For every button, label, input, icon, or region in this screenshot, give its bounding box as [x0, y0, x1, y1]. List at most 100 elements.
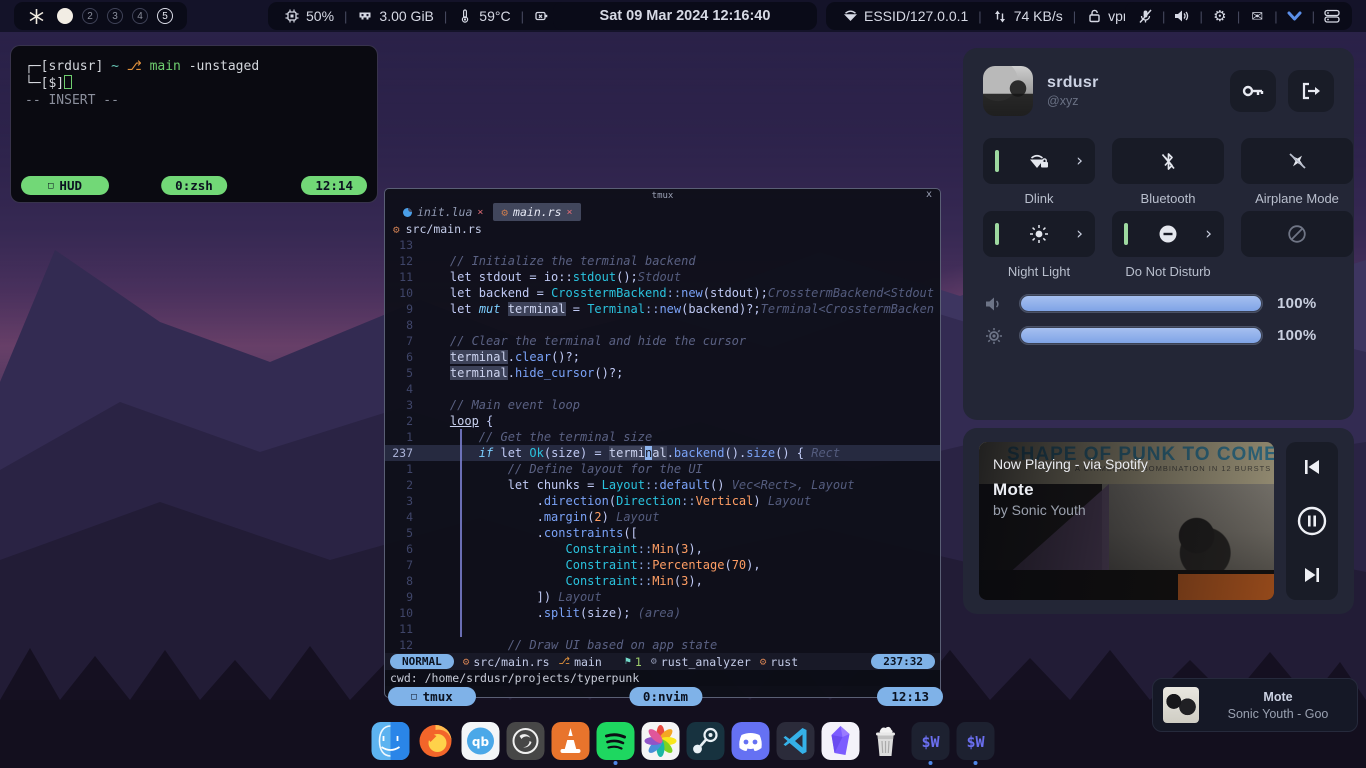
- code-line[interactable]: 8 Constraint::Min(3),: [385, 573, 940, 589]
- toggle-airplane-mode[interactable]: [1241, 138, 1353, 184]
- dollar-w-1-icon[interactable]: $W: [912, 722, 950, 760]
- workspace-2[interactable]: 2: [82, 8, 98, 24]
- steam-icon[interactable]: [687, 722, 725, 760]
- next-track-button[interactable]: [1302, 566, 1322, 584]
- tmux-window-pill[interactable]: 0:nvim: [629, 687, 702, 706]
- dock-item-spotify[interactable]: [596, 722, 636, 765]
- code-line[interactable]: 1 // Define layout for the UI: [385, 461, 940, 477]
- code-line[interactable]: 11 let stdout = io::stdout();Stdout: [385, 269, 940, 285]
- code-line[interactable]: 2 loop {: [385, 413, 940, 429]
- code-line[interactable]: 1 // Get the terminal size: [385, 429, 940, 445]
- vscode-icon[interactable]: [777, 722, 815, 760]
- spotify-icon[interactable]: [597, 722, 635, 760]
- toggle-do-not-disturb[interactable]: ›: [1112, 211, 1224, 257]
- code-line[interactable]: 7 // Clear the terminal and hide the cur…: [385, 333, 940, 349]
- obsidian-icon[interactable]: [822, 722, 860, 760]
- dock-item-finder[interactable]: [371, 722, 411, 765]
- dock-item-vlc[interactable]: [551, 722, 591, 765]
- discord-icon[interactable]: [732, 722, 770, 760]
- tab-main.rs[interactable]: ⚙main.rs×: [493, 203, 580, 221]
- window-titlebar[interactable]: tmux x: [385, 189, 940, 203]
- toggle-bluetooth[interactable]: [1112, 138, 1224, 184]
- music-notification[interactable]: Mote Sonic Youth - Goo: [1152, 678, 1358, 732]
- code-line[interactable]: 11: [385, 621, 940, 637]
- tray-stack-icon[interactable]: [1324, 8, 1340, 24]
- dock-item-obs[interactable]: [506, 722, 546, 765]
- tab-init.lua[interactable]: init.lua×: [395, 203, 491, 221]
- speaker-icon[interactable]: [1174, 8, 1190, 24]
- code-line[interactable]: 5 terminal.hide_cursor()?;: [385, 365, 940, 381]
- chevron-right-icon[interactable]: ›: [1076, 153, 1083, 170]
- tab-close-icon[interactable]: ×: [567, 207, 573, 218]
- code-area[interactable]: 1312 // Initialize the terminal backend1…: [385, 237, 940, 653]
- code-line[interactable]: 9 ]) Layout: [385, 589, 940, 605]
- previous-track-button[interactable]: [1302, 458, 1322, 476]
- trash-icon[interactable]: [867, 722, 905, 760]
- dock-item-firefox[interactable]: [416, 722, 456, 765]
- dock-item-qbittorrent[interactable]: qb: [461, 722, 501, 765]
- code-line[interactable]: 12 // Draw UI based on app state: [385, 637, 940, 653]
- mic-muted-icon[interactable]: [1137, 8, 1153, 24]
- wifi-stat[interactable]: ESSID/127.0.0.1: [842, 8, 968, 24]
- code-line[interactable]: 7 Constraint::Percentage(70),: [385, 557, 940, 573]
- obs-icon[interactable]: [507, 722, 545, 760]
- nix-snowflake-icon[interactable]: [28, 8, 45, 25]
- brightness-slider[interactable]: [1019, 326, 1263, 345]
- code-line[interactable]: 6 terminal.clear()?;: [385, 349, 940, 365]
- workspace-4[interactable]: 4: [132, 8, 148, 24]
- code-line[interactable]: 12 // Initialize the terminal backend: [385, 253, 940, 269]
- workspace-3[interactable]: 3: [107, 8, 123, 24]
- window-close-button[interactable]: x: [926, 189, 932, 200]
- code-line[interactable]: 237 if let Ok(size) = terminal.backend()…: [385, 445, 940, 461]
- dock-item-obsidian[interactable]: [821, 722, 861, 765]
- dock-item-steam[interactable]: [686, 722, 726, 765]
- dock-item-dollar-w-1[interactable]: $W: [911, 722, 951, 765]
- dock-item-dollar-w-2[interactable]: $W: [956, 722, 996, 765]
- dock-item-trash[interactable]: [866, 722, 906, 765]
- workspace-1[interactable]: [57, 8, 73, 24]
- gear-icon[interactable]: ⚙: [1212, 8, 1228, 24]
- chevron-right-icon[interactable]: ›: [1205, 226, 1212, 243]
- finder-icon[interactable]: [372, 722, 410, 760]
- dock-item-vscode[interactable]: [776, 722, 816, 765]
- code-line[interactable]: 10 let backend = CrosstermBackend::new(s…: [385, 285, 940, 301]
- vlc-icon[interactable]: [552, 722, 590, 760]
- dollar-w-2-icon[interactable]: $W: [957, 722, 995, 760]
- tmux-session-pill[interactable]: □HUD: [21, 176, 109, 195]
- code-line[interactable]: 2 let chunks = Layout::default() Vec<Rec…: [385, 477, 940, 493]
- code-line[interactable]: 4 .margin(2) Layout: [385, 509, 940, 525]
- qbittorrent-icon[interactable]: qb: [462, 722, 500, 760]
- code-line[interactable]: 3 .direction(Direction::Vertical) Layout: [385, 493, 940, 509]
- dock-item-photos[interactable]: [641, 722, 681, 765]
- photos-icon[interactable]: [642, 722, 680, 760]
- volume-slider[interactable]: [1019, 294, 1263, 313]
- code-line[interactable]: 13: [385, 237, 940, 253]
- tmux-session-pill[interactable]: □tmux: [388, 687, 476, 706]
- firefox-icon[interactable]: [417, 722, 455, 760]
- clock[interactable]: Sat 09 Mar 2024 12:16:40: [553, 2, 817, 30]
- tmux-window-pill[interactable]: 0:zsh: [161, 176, 227, 195]
- code-line[interactable]: 9 let mut terminal = Terminal::new(backe…: [385, 301, 940, 317]
- code-line[interactable]: 3 // Main event loop: [385, 397, 940, 413]
- toggle-night-light[interactable]: ›: [983, 211, 1095, 257]
- workspace-5[interactable]: 5: [157, 8, 173, 24]
- code-line[interactable]: 6 Constraint::Min(3),: [385, 541, 940, 557]
- toggle-circle-slash[interactable]: [1241, 211, 1353, 257]
- lock-keys-button[interactable]: [1230, 70, 1276, 112]
- chevron-down-icon[interactable]: [1287, 8, 1303, 24]
- code-line[interactable]: 5 .constraints([: [385, 525, 940, 541]
- toggle-dlink[interactable]: ›: [983, 138, 1095, 184]
- editor-window[interactable]: tmux x init.lua×⚙main.rs× ⚙ src/main.rs …: [384, 188, 941, 698]
- hud-terminal-window[interactable]: ┌─[srdusr] ~ ⎇ main -unstaged └─[$] -- I…: [10, 45, 378, 203]
- mail-icon[interactable]: ✉: [1249, 8, 1265, 24]
- code-line[interactable]: 4: [385, 381, 940, 397]
- logout-button[interactable]: [1288, 70, 1334, 112]
- chevron-right-icon[interactable]: ›: [1076, 226, 1083, 243]
- dock-item-discord[interactable]: [731, 722, 771, 765]
- code-line[interactable]: 8: [385, 317, 940, 333]
- vpn-stat[interactable]: vpn: [1086, 8, 1131, 24]
- code-line[interactable]: 10 .split(size); (area): [385, 605, 940, 621]
- tab-close-icon[interactable]: ×: [477, 207, 483, 218]
- album-art-card[interactable]: SHAPE OF PUNK TO COME A CHIMERICAL BOMBI…: [979, 442, 1274, 600]
- pause-button[interactable]: [1297, 506, 1327, 536]
